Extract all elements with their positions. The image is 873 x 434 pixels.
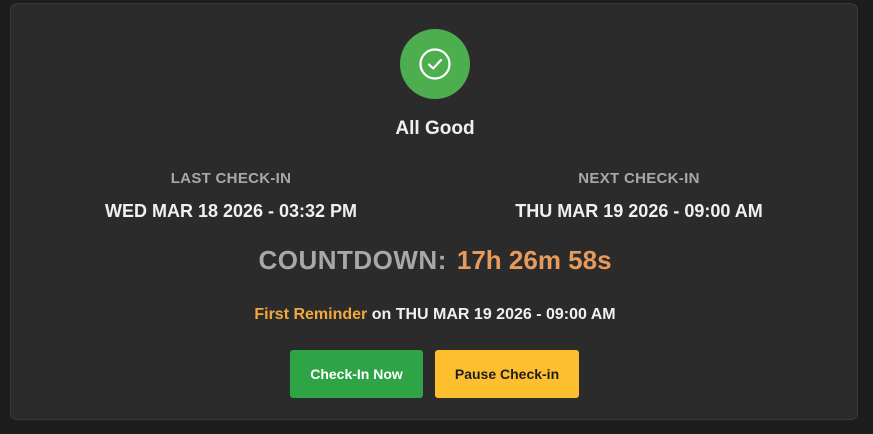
last-checkin-value: WED MAR 18 2026 - 03:32 PM [104,201,358,221]
countdown-value: 17h 26m 58s [456,245,612,275]
status-text: All Good [395,118,475,139]
next-checkin-label: NEXT CHECK-IN [578,170,700,187]
next-checkin-value: THU MAR 19 2026 - 09:00 AM [515,201,763,221]
next-checkin-section: NEXT CHECK-IN THU MAR 19 2026 - 09:00 AM [439,170,839,222]
last-checkin-label: LAST CHECK-IN [170,170,292,187]
reminder-name: First Reminder [254,306,368,323]
countdown-label: COUNTDOWN: [258,245,447,275]
countdown: COUNTDOWN: 17h 26m 58s [11,245,859,276]
reminder-line: First Reminder on THU MAR 19 2026 - 09:0… [11,306,859,324]
checkin-status-card: All Good LAST CHECK-IN WED MAR 18 2026 -… [10,3,858,420]
check-in-now-button[interactable]: Check-In Now [290,350,423,398]
last-checkin-section: LAST CHECK-IN WED MAR 18 2026 - 03:32 PM [31,170,431,222]
pause-check-in-button[interactable]: Pause Check-in [435,350,579,398]
reminder-time: on THU MAR 19 2026 - 09:00 AM [371,306,616,323]
check-circle-icon [419,48,451,80]
status-indicator [400,29,470,99]
